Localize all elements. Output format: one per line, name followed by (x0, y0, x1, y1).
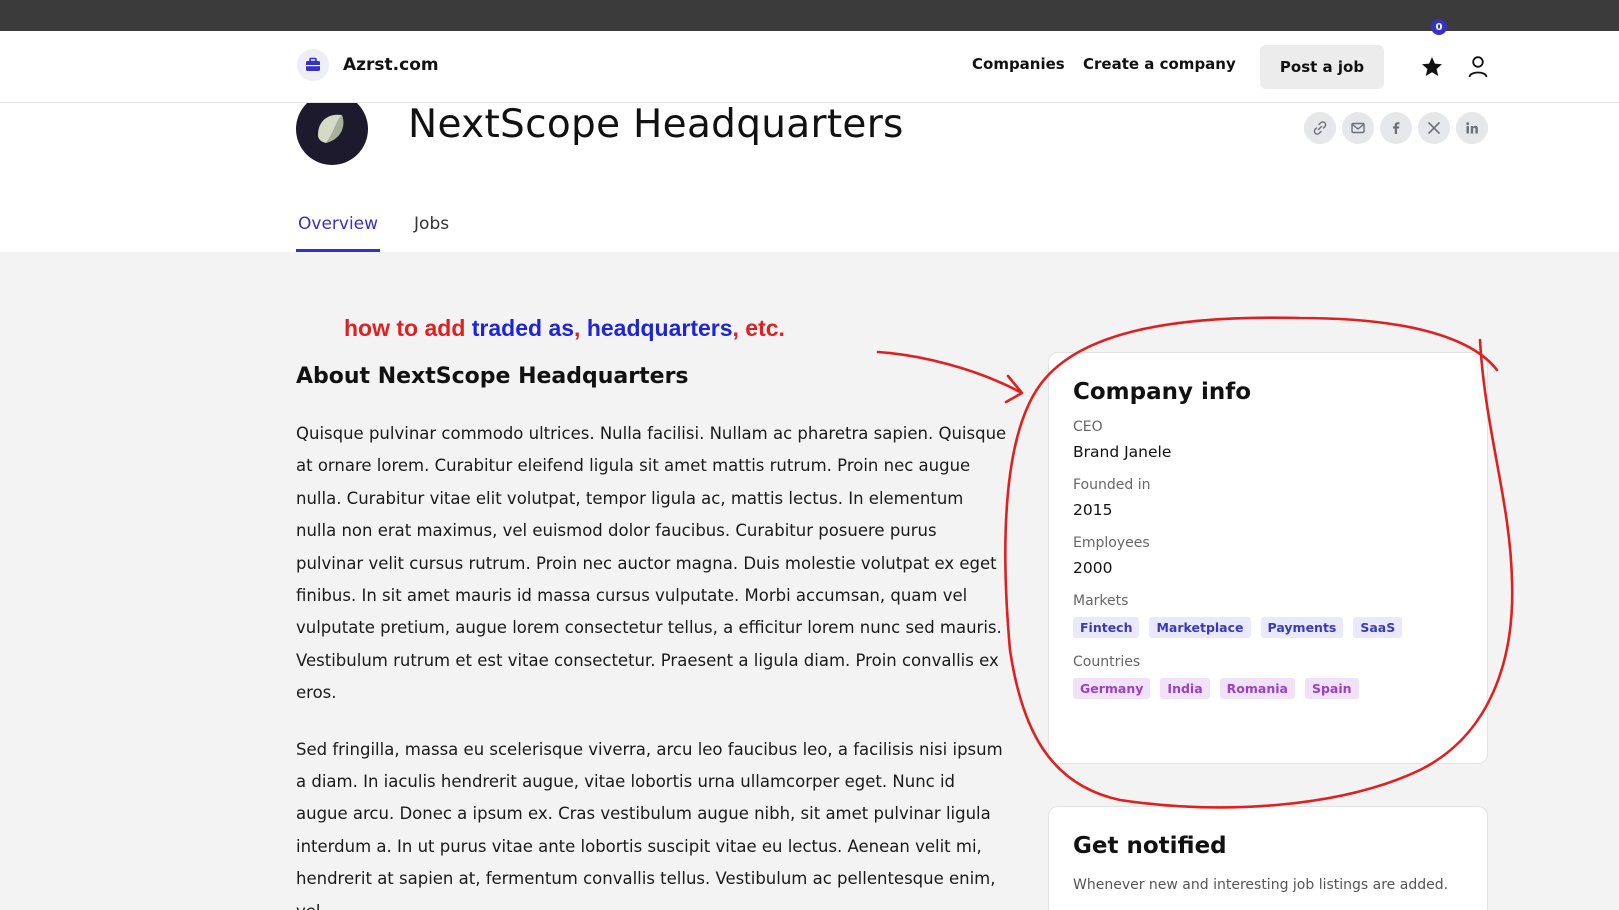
navbar: Azrst.com Companies Create a company Pos… (0, 31, 1619, 103)
annotation-arrow (876, 350, 1022, 394)
notify-description: Whenever new and interesting job listing… (1073, 877, 1449, 893)
briefcase-icon (297, 49, 329, 81)
linkedin-icon (1466, 122, 1478, 134)
annotation-note: how to add traded as, headquarters, etc. (344, 315, 785, 342)
annotation-part-2: traded as (471, 315, 575, 341)
nav-companies-link[interactable]: Companies (972, 55, 1065, 73)
market-tag[interactable]: Fintech (1073, 617, 1140, 638)
company-tabs: Overview Jobs (296, 200, 451, 252)
post-job-button[interactable]: Post a job (1260, 45, 1384, 89)
info-ceo: CEO Brand Janele (1073, 419, 1463, 461)
star-icon[interactable] (1420, 55, 1444, 79)
user-icon[interactable] (1467, 55, 1489, 79)
about-description: Quisque pulvinar commodo ultrices. Nulla… (296, 418, 1008, 910)
about-title: About NextScope Headquarters (296, 364, 689, 389)
brand-link[interactable]: Azrst.com (297, 49, 439, 81)
company-title: NextScope Headquarters (408, 102, 904, 147)
country-tag[interactable]: Germany (1073, 678, 1151, 699)
share-linkedin-button[interactable] (1456, 112, 1488, 144)
x-logo-icon (1428, 122, 1440, 134)
nav-create-company-link[interactable]: Create a company (1083, 55, 1236, 73)
info-label: Founded in (1073, 477, 1151, 493)
annotation-part-5: , etc. (732, 315, 785, 341)
company-logo (296, 93, 368, 165)
info-founded: Founded in 2015 (1073, 477, 1463, 519)
annotation-part-3: , (574, 315, 587, 341)
company-info-title: Company info (1073, 379, 1252, 405)
brand-name: Azrst.com (343, 55, 439, 75)
annotation-part-1: how to add (344, 315, 472, 341)
annotation-arrowhead (1004, 374, 1024, 404)
link-icon (1313, 121, 1327, 135)
facebook-icon (1393, 122, 1400, 134)
info-employees: Employees 2000 (1073, 535, 1463, 577)
info-label: Markets (1073, 593, 1129, 609)
share-email-button[interactable] (1342, 112, 1374, 144)
annotation-part-4: headquarters (586, 315, 733, 341)
envelope-icon (1351, 122, 1365, 134)
country-tag[interactable]: Spain (1304, 678, 1359, 699)
market-tag[interactable]: Payments (1260, 617, 1344, 638)
country-tag[interactable]: India (1160, 678, 1210, 699)
favorites-count-badge: 0 (1431, 19, 1447, 35)
info-markets: Markets Fintech Marketplace Payments Saa… (1073, 593, 1463, 638)
market-tag[interactable]: Marketplace (1149, 617, 1251, 638)
about-paragraph: Sed fringilla, massa eu scelerisque vive… (296, 739, 1003, 910)
info-label: CEO (1073, 419, 1103, 435)
market-tags: Fintech Marketplace Payments SaaS (1073, 617, 1463, 638)
country-tag[interactable]: Romania (1219, 678, 1295, 699)
share-buttons (1304, 112, 1488, 144)
notify-title: Get notified (1073, 833, 1227, 859)
browser-top-bar (0, 0, 1619, 31)
info-countries: Countries Germany India Romania Spain (1073, 654, 1463, 699)
about-paragraph: Quisque pulvinar commodo ultrices. Nulla… (296, 424, 1007, 703)
get-notified-card: Get notified Whenever new and interestin… (1048, 806, 1488, 910)
share-facebook-button[interactable] (1380, 112, 1412, 144)
company-info-card: Company info CEO Brand Janele Founded in… (1048, 352, 1488, 764)
info-value: 2015 (1073, 501, 1113, 519)
info-label: Employees (1073, 535, 1150, 551)
info-value: Brand Janele (1073, 443, 1172, 461)
info-value: 2000 (1073, 559, 1113, 577)
copy-link-button[interactable] (1304, 112, 1336, 144)
info-label: Countries (1073, 654, 1141, 670)
tab-jobs[interactable]: Jobs (412, 200, 451, 252)
share-x-button[interactable] (1418, 112, 1450, 144)
country-tags: Germany India Romania Spain (1073, 678, 1463, 699)
tab-overview[interactable]: Overview (296, 200, 381, 252)
market-tag[interactable]: SaaS (1353, 617, 1403, 638)
